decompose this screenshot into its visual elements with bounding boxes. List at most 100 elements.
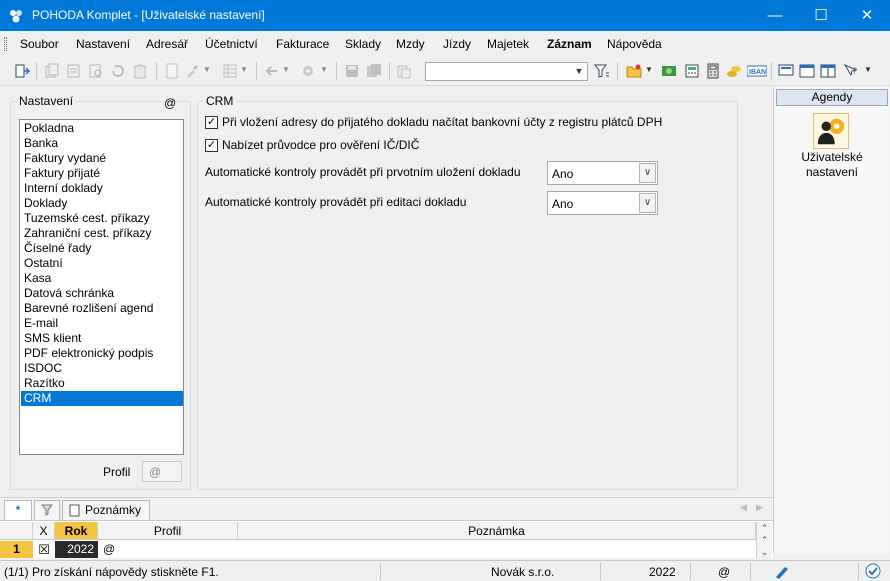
menu-grip[interactable] bbox=[4, 37, 7, 51]
scroll-right-icon[interactable]: ▶ bbox=[756, 502, 763, 513]
menu-napoveda[interactable]: Nápověda bbox=[607, 37, 662, 51]
preview-icon[interactable] bbox=[88, 63, 104, 79]
clipboard-icon[interactable] bbox=[132, 63, 148, 79]
grid-view-icon[interactable] bbox=[222, 63, 238, 79]
user-settings-label-line1[interactable]: Uživatelské bbox=[774, 150, 890, 164]
toolbar: ▼ ▼ ▼ ▼ ▼ ▼ IBAN ? ▼ bbox=[0, 57, 890, 86]
gear-icon[interactable] bbox=[300, 63, 316, 79]
column-header-rok[interactable]: Rok bbox=[55, 522, 98, 540]
menu-fakturace[interactable]: Fakturace bbox=[276, 37, 329, 51]
menu-ucetnictvi[interactable]: Účetnictví bbox=[205, 37, 258, 51]
list-item[interactable]: Kasa bbox=[21, 271, 183, 286]
edit-checks-select[interactable]: Ano ∨ bbox=[547, 191, 658, 215]
menu-sklady[interactable]: Sklady bbox=[345, 37, 381, 51]
register-icon[interactable] bbox=[684, 63, 700, 79]
menu-adresar[interactable]: Adresář bbox=[146, 37, 188, 51]
iban-icon[interactable]: IBAN bbox=[747, 63, 767, 79]
user-settings-label-line2[interactable]: nastavení bbox=[774, 165, 890, 179]
tab-filter[interactable] bbox=[34, 500, 60, 520]
menu-zaznam[interactable]: Záznam bbox=[547, 37, 592, 51]
list-item[interactable]: Zahraniční cest. příkazy bbox=[21, 226, 183, 241]
menu-nastaveni[interactable]: Nastavení bbox=[76, 37, 130, 51]
copy-icon[interactable] bbox=[44, 63, 60, 79]
column-header-profil[interactable]: Profil bbox=[98, 522, 238, 540]
settings-list[interactable]: Pokladna Banka Faktury vydané Faktury př… bbox=[19, 119, 184, 455]
menu-soubor[interactable]: Soubor bbox=[20, 37, 59, 51]
scroll-top-icon[interactable]: ⌃ bbox=[757, 522, 772, 534]
row-profil[interactable]: @ bbox=[103, 541, 233, 558]
ic-dic-wizard-checkbox[interactable]: ✓ bbox=[205, 139, 218, 152]
close-button[interactable]: ✕ bbox=[844, 0, 890, 31]
list-item[interactable]: PDF elektronický podpis bbox=[21, 346, 183, 361]
exit-icon[interactable] bbox=[14, 63, 30, 79]
edit-icon[interactable] bbox=[66, 63, 82, 79]
list-item[interactable]: Faktury přijaté bbox=[21, 166, 183, 181]
grid-scrollbar[interactable]: ⌃ ⌃ ⌄ bbox=[756, 522, 772, 558]
list-item[interactable]: Tuzemské cest. příkazy bbox=[21, 211, 183, 226]
new-document-icon[interactable] bbox=[164, 63, 180, 79]
registry-bank-accounts-checkbox[interactable]: ✓ bbox=[205, 116, 218, 129]
list-item[interactable]: Razítko bbox=[21, 376, 183, 391]
calculator-icon[interactable] bbox=[705, 63, 721, 79]
profil-field[interactable]: @ bbox=[142, 461, 182, 482]
back-dropdown-icon[interactable]: ▼ bbox=[282, 65, 290, 74]
first-save-checks-select[interactable]: Ano ∨ bbox=[547, 161, 658, 185]
list-item[interactable]: ISDOC bbox=[21, 361, 183, 376]
filter-icon[interactable] bbox=[594, 63, 610, 79]
list-item[interactable]: Doklady bbox=[21, 196, 183, 211]
window-list-icon[interactable] bbox=[799, 63, 815, 79]
chevron-down-icon[interactable]: ▼ bbox=[571, 63, 587, 80]
pen-icon[interactable] bbox=[774, 564, 790, 579]
scroll-up-icon[interactable]: ⌃ bbox=[757, 534, 772, 546]
maximize-button[interactable]: ☐ bbox=[798, 0, 844, 31]
list-item[interactable]: Pokladna bbox=[21, 121, 183, 136]
menu-mzdy[interactable]: Mzdy bbox=[396, 37, 425, 51]
scroll-left-icon[interactable]: ◀ bbox=[740, 502, 747, 513]
list-item[interactable]: SMS klient bbox=[21, 331, 183, 346]
list-item[interactable]: Barevné rozlišení agend bbox=[21, 301, 183, 316]
row-x-checkbox[interactable]: ☒ bbox=[33, 541, 55, 558]
gear-dropdown-icon[interactable]: ▼ bbox=[320, 65, 328, 74]
list-item[interactable]: Ostatní bbox=[21, 256, 183, 271]
coins-icon[interactable] bbox=[726, 63, 742, 79]
monitor-icon[interactable] bbox=[778, 63, 794, 79]
column-header-x[interactable]: X bbox=[33, 522, 55, 540]
list-item-selected[interactable]: CRM bbox=[21, 391, 183, 406]
help-dropdown-icon[interactable]: ▼ bbox=[864, 65, 872, 74]
refresh-icon[interactable] bbox=[110, 63, 126, 79]
menu-majetek[interactable]: Majetek bbox=[487, 37, 529, 51]
back-icon[interactable] bbox=[264, 63, 280, 79]
list-item[interactable]: Číselné řady bbox=[21, 241, 183, 256]
folder-star-icon[interactable] bbox=[626, 63, 642, 79]
list-item[interactable]: Faktury vydané bbox=[21, 151, 183, 166]
list-item[interactable]: Banka bbox=[21, 136, 183, 151]
list-item[interactable]: E-mail bbox=[21, 316, 183, 331]
scroll-down-icon[interactable]: ⌄ bbox=[757, 546, 772, 558]
chevron-down-icon[interactable]: ∨ bbox=[639, 193, 656, 213]
chevron-down-icon[interactable]: ∨ bbox=[639, 163, 656, 183]
column-header-poznamka[interactable]: Poznámka bbox=[238, 522, 756, 540]
menu-jizdy[interactable]: Jízdy bbox=[443, 37, 471, 51]
pohoda-app-icon[interactable] bbox=[8, 8, 24, 24]
brush-icon[interactable] bbox=[184, 63, 200, 79]
minimize-button[interactable]: — bbox=[752, 0, 798, 31]
row-rok[interactable]: 2022 bbox=[55, 541, 98, 558]
brush-dropdown-icon[interactable]: ▼ bbox=[203, 65, 211, 74]
window-split-icon[interactable] bbox=[820, 63, 836, 79]
list-item[interactable]: Datová schránka bbox=[21, 286, 183, 301]
list-item[interactable]: Interní doklady bbox=[21, 181, 183, 196]
folder-dropdown-icon[interactable]: ▼ bbox=[645, 65, 653, 74]
tab-notes[interactable]: Poznámky bbox=[62, 500, 150, 520]
paste-icon[interactable] bbox=[396, 63, 412, 79]
money-icon[interactable] bbox=[661, 63, 677, 79]
help-icon[interactable]: ? bbox=[843, 63, 859, 79]
save-all-icon[interactable] bbox=[366, 63, 382, 79]
user-settings-icon[interactable] bbox=[813, 113, 849, 149]
tab-all[interactable]: * bbox=[4, 500, 32, 520]
status-ok-icon[interactable] bbox=[865, 563, 881, 579]
row-number[interactable]: 1 bbox=[0, 541, 33, 558]
grid-dropdown-icon[interactable]: ▼ bbox=[240, 65, 248, 74]
notes-grid: X Rok Profil Poznámka ⌃ ⌃ ⌄ 1 ☒ 2022 @ bbox=[0, 520, 773, 558]
search-combo[interactable]: ▼ bbox=[425, 62, 588, 81]
save-icon[interactable] bbox=[344, 63, 360, 79]
